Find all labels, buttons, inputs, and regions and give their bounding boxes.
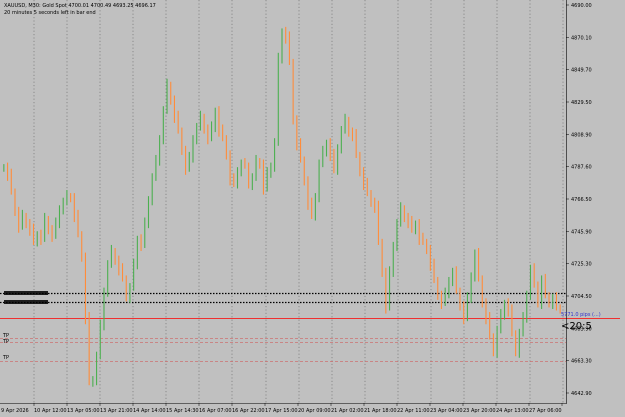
price-label-6: 4766.50 <box>571 197 592 203</box>
bar-timer-info: 20 minutes 5 seconds left in bar end <box>4 10 96 16</box>
time-label-5: 15 Apr 14:30 <box>166 408 199 414</box>
time-label-10: 21 Apr 02:00 <box>331 408 364 414</box>
price-label-0: 4690.00 <box>571 3 592 9</box>
price-label-3: 4829.50 <box>571 100 592 106</box>
time-label-8: 17 Apr 15:00 <box>265 408 298 414</box>
price-label-8: 4725.30 <box>571 262 592 268</box>
price-chart[interactable]: 4690.00 4870.10 4849.70 4829.50 4808.90 4787.… <box>0 0 625 417</box>
price-label-9: 4704.50 <box>571 294 592 300</box>
countdown-label: <20:5 <box>561 321 592 332</box>
time-label-3: 13 Apr 21:00 <box>100 408 133 414</box>
price-label-4: 4808.90 <box>571 132 592 138</box>
time-label-7: 16 Apr 22:00 <box>232 408 265 414</box>
time-label-6: 16 Apr 07:00 <box>199 408 232 414</box>
symbol-info: XAUUSD, M30: Gold Spot 4700.01 4700.49 4… <box>4 3 156 9</box>
time-label-0: 9 Apr 2026 <box>1 408 29 414</box>
time-label-13: 23 Apr 04:00 <box>430 408 463 414</box>
price-label-12: 4642.90 <box>571 391 592 397</box>
time-label-4: 14 Apr 14:00 <box>133 408 166 414</box>
order-marker-2 <box>4 300 48 304</box>
order-marker-1 <box>4 291 48 295</box>
price-label-1: 4870.10 <box>571 35 592 41</box>
time-label-12: 22 Apr 11:00 <box>397 408 430 414</box>
time-label-15: 24 Apr 13:00 <box>496 408 529 414</box>
spread-label: 5771.0 pips (...) <box>561 312 601 318</box>
time-label-16: 27 Apr 06:00 <box>529 408 562 414</box>
time-label-14: 23 Apr 20:00 <box>463 408 496 414</box>
time-label-1: 10 Apr 12:00 <box>34 408 67 414</box>
tp-label-2: TP <box>2 339 9 345</box>
time-label-11: 21 Apr 18:00 <box>364 408 397 414</box>
time-label-9: 20 Apr 09:00 <box>298 408 331 414</box>
price-label-2: 4849.70 <box>571 68 592 74</box>
tp-label-3: TP <box>2 355 9 361</box>
price-label-7: 4745.90 <box>571 229 592 235</box>
time-label-2: 13 Apr 05:00 <box>67 408 100 414</box>
price-label-5: 4787.60 <box>571 165 592 171</box>
chart-background <box>0 0 625 417</box>
price-label-11: 4663.30 <box>571 359 592 365</box>
